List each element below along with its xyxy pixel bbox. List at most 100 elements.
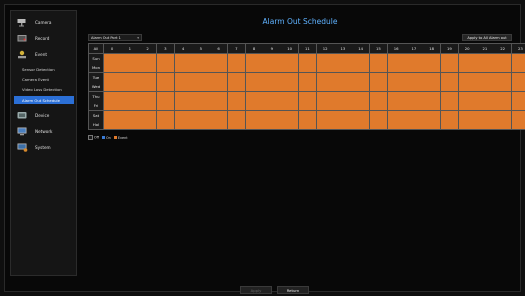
schedule-cell[interactable] [281, 63, 299, 72]
schedule-cell[interactable] [192, 91, 210, 101]
schedule-cell[interactable] [174, 63, 192, 72]
schedule-cell[interactable] [476, 120, 494, 129]
schedule-cell[interactable] [494, 91, 512, 101]
schedule-cell[interactable] [458, 110, 476, 120]
hour-header[interactable]: 11 [298, 44, 316, 53]
schedule-cell[interactable] [511, 101, 525, 110]
schedule-cell[interactable] [298, 91, 316, 101]
schedule-cell[interactable] [334, 63, 352, 72]
schedule-cell[interactable] [494, 110, 512, 120]
schedule-grid[interactable]: All 0 1 2 3 4 5 6 7 8 9 10 11 12 13 14 15 16 17 18 19 20 21 22 2… [88, 43, 525, 130]
schedule-cell[interactable] [387, 120, 405, 129]
schedule-cell[interactable] [174, 120, 192, 129]
schedule-cell[interactable] [494, 53, 512, 63]
sidebar-subitem-camera-event[interactable]: Camera Event [14, 75, 74, 83]
schedule-cell[interactable] [352, 120, 370, 129]
sidebar-subitem-alarm-out-schedule[interactable]: Alarm Out Schedule [14, 96, 74, 104]
sidebar-item-camera[interactable]: Camera [14, 16, 74, 28]
day-header[interactable]: Sun [89, 53, 103, 63]
schedule-cell[interactable] [139, 101, 157, 110]
schedule-cell[interactable] [121, 53, 139, 63]
schedule-cell[interactable] [121, 91, 139, 101]
schedule-cell[interactable] [121, 110, 139, 120]
schedule-cell[interactable] [298, 72, 316, 82]
schedule-cell[interactable] [192, 101, 210, 110]
schedule-cell[interactable] [227, 91, 245, 101]
schedule-cell[interactable] [227, 110, 245, 120]
schedule-cell[interactable] [139, 63, 157, 72]
schedule-cell[interactable] [316, 110, 334, 120]
schedule-cell[interactable] [511, 63, 525, 72]
schedule-cell[interactable] [494, 72, 512, 82]
schedule-cell[interactable] [369, 72, 387, 82]
sidebar-item-system[interactable]: System [14, 141, 74, 153]
hour-header[interactable]: 4 [174, 44, 192, 53]
hour-header[interactable]: 12 [316, 44, 334, 53]
schedule-cell[interactable] [405, 101, 423, 110]
schedule-cell[interactable] [227, 120, 245, 129]
schedule-cell[interactable] [210, 53, 228, 63]
hour-header[interactable]: 15 [369, 44, 387, 53]
schedule-cell[interactable] [263, 110, 281, 120]
schedule-cell[interactable] [440, 72, 458, 82]
schedule-cell[interactable] [352, 110, 370, 120]
schedule-cell[interactable] [511, 82, 525, 91]
schedule-cell[interactable] [352, 91, 370, 101]
schedule-cell[interactable] [245, 91, 263, 101]
hour-header[interactable]: 0 [103, 44, 121, 53]
schedule-cell[interactable] [511, 110, 525, 120]
schedule-cell[interactable] [210, 91, 228, 101]
hour-header[interactable]: 10 [281, 44, 299, 53]
day-header[interactable]: Sat [89, 110, 103, 120]
schedule-cell[interactable] [156, 53, 174, 63]
schedule-cell[interactable] [245, 53, 263, 63]
schedule-cell[interactable] [245, 82, 263, 91]
schedule-cell[interactable] [405, 63, 423, 72]
schedule-cell[interactable] [369, 120, 387, 129]
schedule-cell[interactable] [369, 82, 387, 91]
schedule-cell[interactable] [174, 82, 192, 91]
schedule-cell[interactable] [210, 63, 228, 72]
hour-header[interactable]: 7 [227, 44, 245, 53]
sidebar-item-network[interactable]: Network [14, 125, 74, 137]
hour-header[interactable]: 20 [458, 44, 476, 53]
schedule-cell[interactable] [476, 72, 494, 82]
schedule-cell[interactable] [405, 72, 423, 82]
schedule-cell[interactable] [405, 53, 423, 63]
schedule-cell[interactable] [156, 101, 174, 110]
schedule-cell[interactable] [387, 53, 405, 63]
schedule-cell[interactable] [334, 120, 352, 129]
schedule-cell[interactable] [440, 91, 458, 101]
schedule-cell[interactable] [263, 101, 281, 110]
schedule-cell[interactable] [103, 53, 121, 63]
schedule-cell[interactable] [423, 101, 441, 110]
schedule-cell[interactable] [458, 63, 476, 72]
schedule-cell[interactable] [316, 72, 334, 82]
hour-header[interactable]: 6 [210, 44, 228, 53]
schedule-cell[interactable] [192, 82, 210, 91]
schedule-cell[interactable] [174, 91, 192, 101]
schedule-cell[interactable] [281, 110, 299, 120]
schedule-cell[interactable] [316, 120, 334, 129]
schedule-cell[interactable] [298, 101, 316, 110]
schedule-cell[interactable] [387, 63, 405, 72]
schedule-cell[interactable] [334, 91, 352, 101]
schedule-cell[interactable] [281, 72, 299, 82]
schedule-cell[interactable] [476, 82, 494, 91]
schedule-cell[interactable] [369, 91, 387, 101]
schedule-cell[interactable] [458, 101, 476, 110]
schedule-cell[interactable] [440, 63, 458, 72]
schedule-cell[interactable] [156, 110, 174, 120]
schedule-cell[interactable] [387, 101, 405, 110]
schedule-cell[interactable] [423, 120, 441, 129]
schedule-cell[interactable] [156, 91, 174, 101]
return-button[interactable]: Return [277, 286, 309, 294]
day-header[interactable]: Wed [89, 82, 103, 91]
schedule-cell[interactable] [369, 110, 387, 120]
schedule-cell[interactable] [281, 91, 299, 101]
schedule-cell[interactable] [139, 91, 157, 101]
schedule-cell[interactable] [405, 91, 423, 101]
hour-header[interactable]: 5 [192, 44, 210, 53]
schedule-cell[interactable] [440, 120, 458, 129]
schedule-cell[interactable] [156, 120, 174, 129]
